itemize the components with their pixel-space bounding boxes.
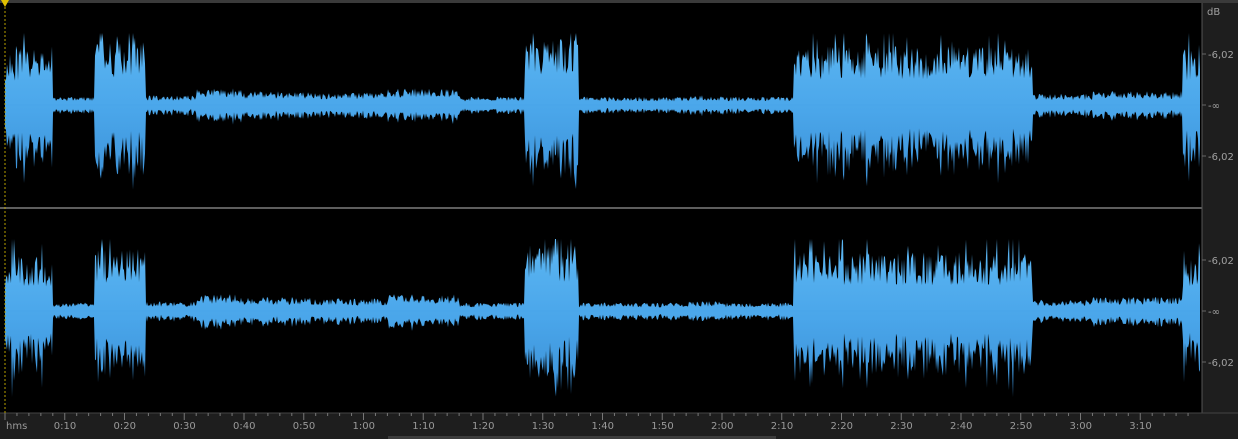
time-tick-label: 2:40: [950, 421, 972, 432]
time-tick-label: 1:00: [353, 421, 375, 432]
db-label-bottom-center: -∞: [1208, 307, 1220, 318]
time-tick-label: 2:30: [890, 421, 912, 432]
db-label-top-lower: -6,02: [1208, 152, 1234, 163]
waveform-editor[interactable]: dB -6,02 -∞ -6,02 -6,02 -∞ -6,02 hms 0:1…: [0, 0, 1238, 439]
time-tick-label: 2:50: [1010, 421, 1032, 432]
db-label-bottom-lower: -6,02: [1208, 358, 1234, 369]
time-tick-label: 3:10: [1129, 421, 1151, 432]
db-label-top-upper: -6,02: [1208, 50, 1234, 61]
time-tick-label: 1:20: [472, 421, 494, 432]
time-tick-label: 1:30: [532, 421, 554, 432]
time-tick-label: 0:10: [54, 421, 76, 432]
db-label-top-center: -∞: [1208, 101, 1220, 112]
time-tick-label: 0:40: [233, 421, 255, 432]
time-tick-label: 2:00: [711, 421, 733, 432]
time-tick-label: 1:40: [592, 421, 614, 432]
time-tick-label: 0:30: [173, 421, 195, 432]
time-tick-label: 0:50: [293, 421, 315, 432]
time-tick-label: 2:20: [831, 421, 853, 432]
db-unit-label: dB: [1207, 7, 1220, 18]
time-tick-label: 1:10: [412, 421, 434, 432]
time-tick-label: 2:10: [771, 421, 793, 432]
waveform-display[interactable]: dB -6,02 -∞ -6,02 -6,02 -∞ -6,02 hms 0:1…: [0, 0, 1238, 439]
time-tick-label: 3:00: [1070, 421, 1092, 432]
time-tick-label: 0:20: [114, 421, 136, 432]
db-scale-panel: [1202, 3, 1238, 413]
top-border: [0, 0, 1238, 3]
time-tick-label: 1:50: [651, 421, 673, 432]
db-label-bottom-upper: -6,02: [1208, 256, 1234, 267]
time-format-label: hms: [6, 421, 27, 432]
